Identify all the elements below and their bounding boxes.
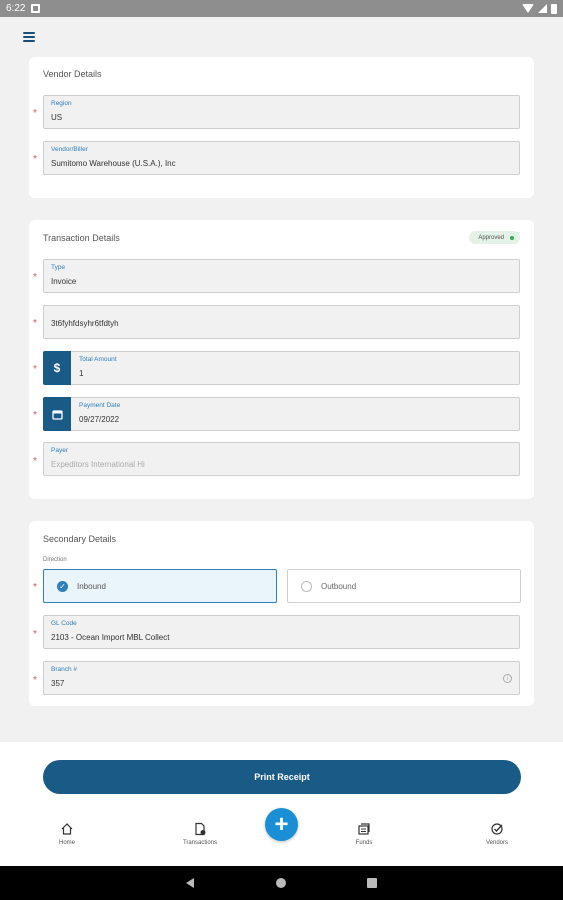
total-amount-field[interactable]: $ Total Amount 1 bbox=[43, 351, 520, 385]
required-marker: * bbox=[33, 582, 37, 593]
transaction-details-title: Transaction Details bbox=[43, 233, 120, 243]
calendar-icon[interactable] bbox=[43, 397, 71, 431]
info-icon[interactable]: i bbox=[503, 674, 512, 683]
radio-empty-icon bbox=[301, 580, 312, 592]
required-marker: * bbox=[33, 272, 37, 283]
payment-date-label: Payment Date bbox=[79, 402, 121, 409]
gl-code-value: 2103 - Ocean Import MBL Collect bbox=[51, 633, 170, 642]
required-marker: * bbox=[33, 154, 37, 165]
type-field[interactable]: Type Invoice bbox=[43, 259, 520, 293]
secondary-details-title: Secondary Details bbox=[43, 534, 117, 544]
signal-icon bbox=[538, 4, 547, 13]
nav-home[interactable]: Home bbox=[37, 822, 97, 846]
required-marker: * bbox=[33, 675, 37, 686]
direction-label: Direction bbox=[43, 557, 67, 563]
add-button[interactable]: + bbox=[265, 808, 298, 841]
required-marker: * bbox=[33, 318, 37, 329]
nav-funds[interactable]: Funds bbox=[334, 822, 394, 846]
vendors-icon bbox=[491, 823, 503, 835]
transaction-details-card: Transaction Details Approved * Type Invo… bbox=[29, 220, 534, 499]
status-dot-icon bbox=[510, 235, 514, 240]
required-marker: * bbox=[33, 108, 37, 119]
region-field[interactable]: Region US bbox=[43, 95, 520, 129]
type-label: Type bbox=[51, 264, 66, 271]
payment-date-value: 09/27/2022 bbox=[79, 415, 120, 424]
funds-icon bbox=[358, 823, 370, 835]
total-amount-label: Total Amount bbox=[79, 356, 117, 363]
inbound-label: Inbound bbox=[77, 581, 106, 591]
branch-label: Branch # bbox=[51, 666, 78, 673]
print-receipt-button[interactable]: Print Receipt bbox=[43, 760, 521, 794]
nav-transactions[interactable]: Transactions bbox=[170, 822, 230, 846]
reference-value: 3t6fyhfdsyhr6tfdtyh bbox=[51, 319, 119, 328]
region-value: US bbox=[51, 113, 63, 122]
transactions-icon bbox=[195, 822, 206, 836]
menu-icon[interactable] bbox=[19, 28, 39, 46]
gl-code-field[interactable]: GL Code 2103 - Ocean Import MBL Collect bbox=[43, 615, 520, 649]
payment-date-field[interactable]: Payment Date 09/27/2022 bbox=[43, 397, 520, 431]
required-marker: * bbox=[33, 410, 37, 421]
vendor-field[interactable]: Vendor/Biller Sumitomo Warehouse (U.S.A.… bbox=[43, 141, 520, 175]
outbound-label: Outbound bbox=[321, 581, 357, 591]
status-time: 6:22 bbox=[6, 3, 26, 14]
vendor-details-title: Vendor Details bbox=[43, 69, 102, 79]
bottom-nav: Home Transactions + Funds Vendors bbox=[0, 808, 563, 866]
check-icon: ✓ bbox=[57, 580, 68, 592]
nav-vendors-label: Vendors bbox=[485, 840, 509, 846]
nav-funds-label: Funds bbox=[355, 840, 373, 846]
type-value: Invoice bbox=[51, 277, 77, 286]
total-amount-value: 1 bbox=[79, 369, 84, 378]
nav-home-label: Home bbox=[58, 840, 75, 846]
nav-vendors[interactable]: Vendors bbox=[467, 822, 527, 846]
branch-field[interactable]: Branch # 357 i bbox=[43, 661, 520, 695]
vendor-value: Sumitomo Warehouse (U.S.A.), Inc bbox=[51, 159, 176, 168]
required-marker: * bbox=[33, 364, 37, 375]
status-badge-label: Approved bbox=[478, 234, 504, 241]
gl-code-label: GL Code bbox=[51, 620, 77, 627]
branch-value: 357 bbox=[51, 679, 65, 688]
secondary-details-card: Secondary Details Direction * ✓ Inbound … bbox=[29, 521, 534, 706]
required-marker: * bbox=[33, 629, 37, 640]
inbound-radio[interactable]: ✓ Inbound bbox=[43, 569, 277, 603]
payer-label: Payer bbox=[51, 447, 68, 454]
payer-field[interactable]: Payer Expeditors International Hi bbox=[43, 442, 520, 476]
reference-field[interactable]: 3t6fyhfdsyhr6tfdtyh bbox=[43, 305, 520, 339]
notification-icon bbox=[31, 4, 41, 13]
home-icon bbox=[61, 823, 73, 835]
dollar-icon: $ bbox=[43, 351, 71, 385]
recent-apps-icon[interactable] bbox=[367, 878, 377, 888]
outbound-radio[interactable]: Outbound bbox=[287, 569, 521, 603]
nav-transactions-label: Transactions bbox=[182, 840, 218, 846]
back-icon[interactable] bbox=[186, 878, 194, 888]
home-circle-icon[interactable] bbox=[276, 878, 286, 888]
android-nav-bar bbox=[0, 866, 563, 900]
battery-icon bbox=[551, 3, 557, 14]
footer: Print Receipt Home Transactions + Funds … bbox=[0, 742, 563, 866]
payer-value: Expeditors International Hi bbox=[51, 460, 145, 469]
region-label: Region bbox=[51, 100, 72, 107]
status-bar: 6:22 bbox=[0, 0, 563, 17]
wifi-icon bbox=[522, 4, 534, 13]
vendor-label: Vendor/Biller bbox=[51, 146, 88, 153]
vendor-details-card: Vendor Details * Region US * Vendor/Bill… bbox=[29, 57, 534, 198]
required-marker: * bbox=[33, 456, 37, 467]
status-badge: Approved bbox=[469, 231, 520, 244]
